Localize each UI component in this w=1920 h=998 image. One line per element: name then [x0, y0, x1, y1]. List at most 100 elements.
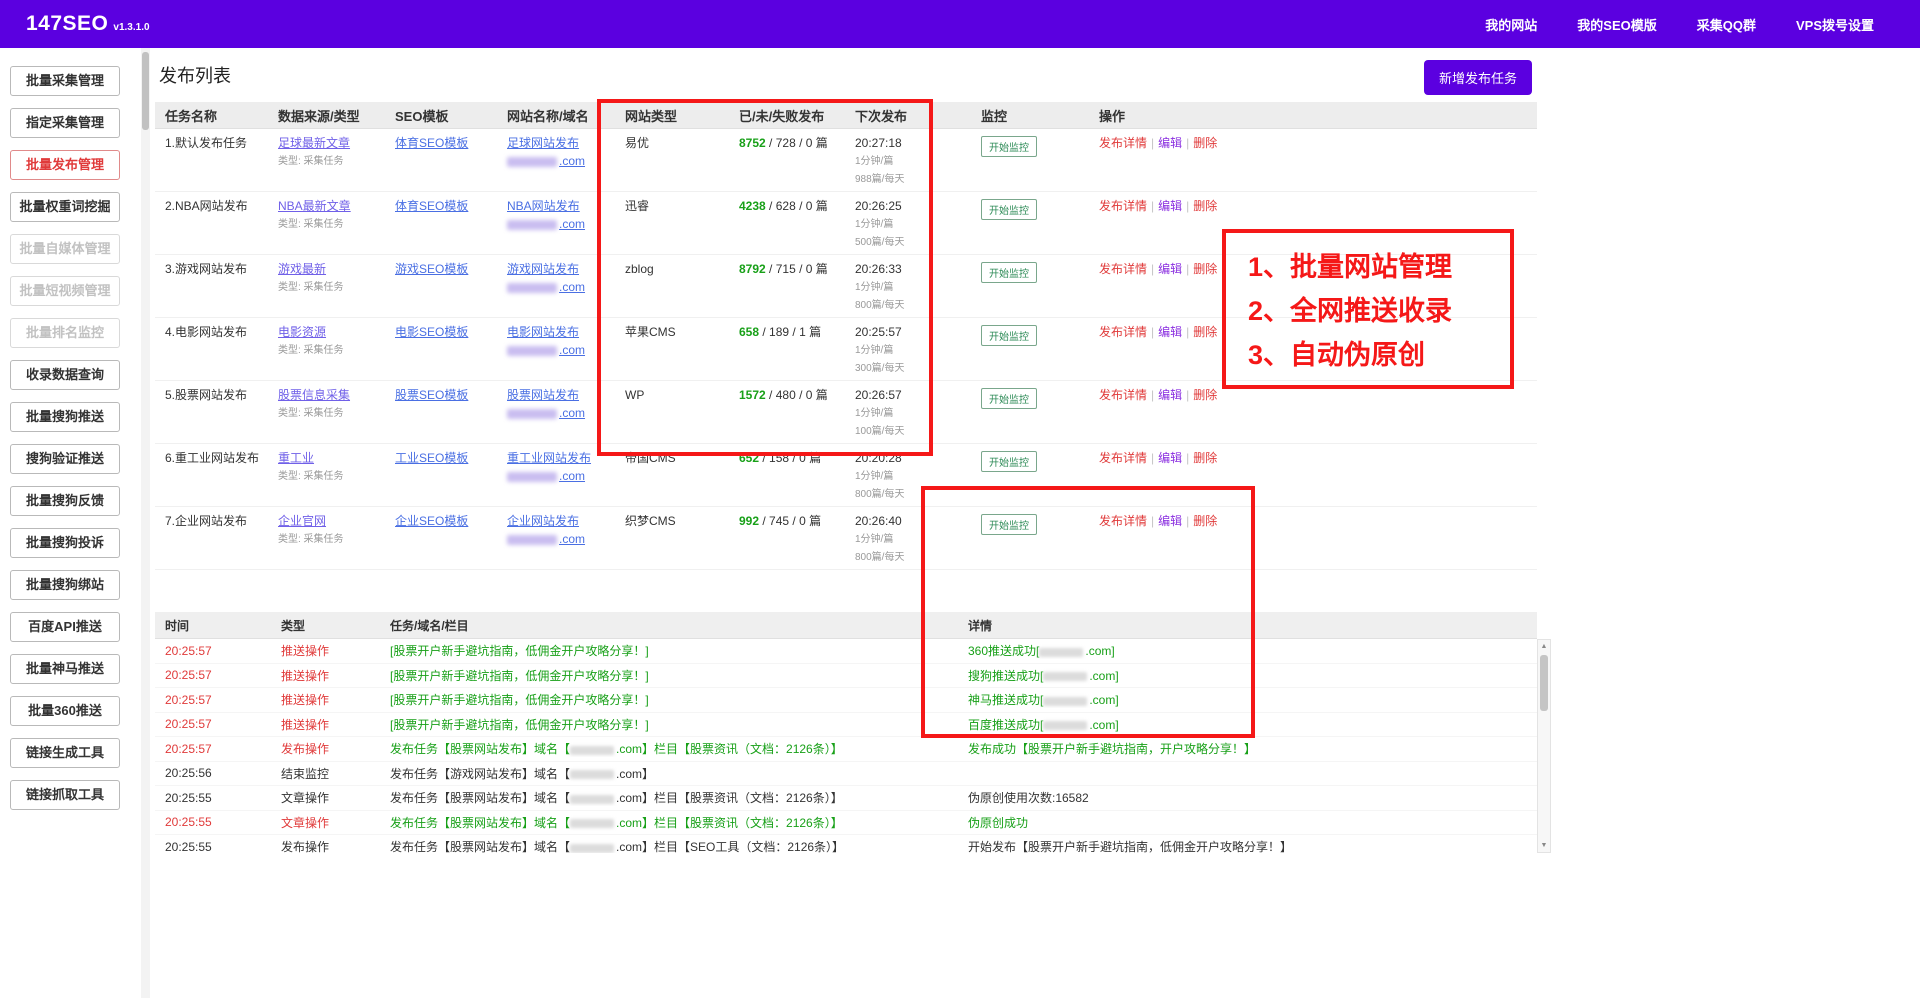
source-link[interactable]: 股票信息采集 — [278, 388, 350, 402]
delete-link[interactable]: 删除 — [1193, 388, 1217, 402]
publish-detail-link[interactable]: 发布详情 — [1099, 199, 1147, 213]
source-link[interactable]: NBA最新文章 — [278, 199, 351, 213]
sidebar-item-batch-collect-manage[interactable]: 批量采集管理 — [10, 66, 120, 96]
site-link[interactable]: 企业网站发布 — [507, 514, 579, 528]
sidebar-item-sogou-complaint[interactable]: 批量搜狗投诉 — [10, 528, 120, 558]
sidebar-item-short-video-manage[interactable]: 批量短视频管理 — [10, 276, 120, 306]
publish-rate: 1分钟/篇 — [855, 280, 971, 295]
domain-suffix[interactable]: .com — [559, 532, 585, 546]
nav-qq-group[interactable]: 采集QQ群 — [1677, 5, 1776, 44]
delete-link[interactable]: 删除 — [1193, 325, 1217, 339]
template-link[interactable]: 电影SEO模板 — [395, 325, 468, 339]
domain-suffix[interactable]: .com — [559, 469, 585, 483]
log-task: 发布任务【股票网站发布】域名【 — [390, 816, 570, 830]
sidebar-item-specified-collect-manage[interactable]: 指定采集管理 — [10, 108, 120, 138]
template-link[interactable]: 企业SEO模板 — [395, 514, 468, 528]
published-count: 652 — [739, 451, 759, 465]
site-link[interactable]: 足球网站发布 — [507, 136, 579, 150]
publish-detail-link[interactable]: 发布详情 — [1099, 325, 1147, 339]
template-link[interactable]: 工业SEO模板 — [395, 451, 468, 465]
log-task-suffix: .com】栏目【股票资讯（文档：2126条）】 — [616, 742, 843, 756]
site-link[interactable]: NBA网站发布 — [507, 199, 580, 213]
delete-link[interactable]: 删除 — [1193, 199, 1217, 213]
sidebar-item-sogou-verify-push[interactable]: 搜狗验证推送 — [10, 444, 120, 474]
start-monitor-button[interactable]: 开始监控 — [981, 199, 1037, 220]
start-monitor-button[interactable]: 开始监控 — [981, 388, 1037, 409]
log-type: 文章操作 — [271, 814, 380, 831]
log-type: 推送操作 — [271, 716, 380, 733]
start-monitor-button[interactable]: 开始监控 — [981, 451, 1037, 472]
sidebar-item-keyword-mining[interactable]: 批量权重词挖掘 — [10, 192, 120, 222]
edit-link[interactable]: 编辑 — [1158, 262, 1182, 276]
nav-my-sites[interactable]: 我的网站 — [1465, 5, 1557, 44]
template-link[interactable]: 游戏SEO模板 — [395, 262, 468, 276]
sidebar-item-360-push[interactable]: 批量360推送 — [10, 696, 120, 726]
sidebar-item-link-generate[interactable]: 链接生成工具 — [10, 738, 120, 768]
start-monitor-button[interactable]: 开始监控 — [981, 262, 1037, 283]
site-link[interactable]: 游戏网站发布 — [507, 262, 579, 276]
edit-link[interactable]: 编辑 — [1158, 514, 1182, 528]
separator: | — [1186, 325, 1189, 339]
domain-suffix[interactable]: .com — [559, 217, 585, 231]
source-link[interactable]: 重工业 — [278, 451, 314, 465]
sidebar-item-sogou-bind[interactable]: 批量搜狗绑站 — [10, 570, 120, 600]
template-link[interactable]: 体育SEO模板 — [395, 136, 468, 150]
sidebar-item-rank-monitor[interactable]: 批量排名监控 — [10, 318, 120, 348]
next-publish-time: 20:26:57 — [855, 388, 971, 403]
delete-link[interactable]: 删除 — [1193, 262, 1217, 276]
sidebar-item-baidu-api-push[interactable]: 百度API推送 — [10, 612, 120, 642]
template-link[interactable]: 股票SEO模板 — [395, 388, 468, 402]
edit-link[interactable]: 编辑 — [1158, 136, 1182, 150]
delete-link[interactable]: 删除 — [1193, 136, 1217, 150]
redacted-domain — [570, 746, 614, 755]
site-link[interactable]: 股票网站发布 — [507, 388, 579, 402]
publish-detail-link[interactable]: 发布详情 — [1099, 262, 1147, 276]
scroll-down-icon[interactable]: ▼ — [1538, 839, 1550, 852]
sidebar-item-media-manage[interactable]: 批量自媒体管理 — [10, 234, 120, 264]
add-publish-task-button[interactable]: 新增发布任务 — [1424, 60, 1532, 95]
log-row: 20:25:57 推送操作 [股票开户新手避坑指南，低佣金开户攻略分享！] 搜狗… — [155, 664, 1537, 689]
sidebar-item-link-fetch[interactable]: 链接抓取工具 — [10, 780, 120, 810]
domain-suffix[interactable]: .com — [559, 280, 585, 294]
domain-suffix[interactable]: .com — [559, 343, 585, 357]
sidebar-item-sogou-feedback[interactable]: 批量搜狗反馈 — [10, 486, 120, 516]
nav-vps-settings[interactable]: VPS拨号设置 — [1776, 5, 1894, 44]
source-link[interactable]: 企业官网 — [278, 514, 326, 528]
redacted-domain — [507, 283, 557, 293]
log-scrollbar[interactable]: ▲ ▼ — [1537, 639, 1551, 853]
publish-detail-link[interactable]: 发布详情 — [1099, 514, 1147, 528]
site-link[interactable]: 电影网站发布 — [507, 325, 579, 339]
edit-link[interactable]: 编辑 — [1158, 325, 1182, 339]
start-monitor-button[interactable]: 开始监控 — [981, 514, 1037, 535]
start-monitor-button[interactable]: 开始监控 — [981, 325, 1037, 346]
log-scrollbar-thumb[interactable] — [1540, 655, 1548, 711]
sidebar-scrollbar[interactable] — [141, 48, 150, 998]
nav-my-seo-templates[interactable]: 我的SEO模版 — [1557, 5, 1676, 44]
delete-link[interactable]: 删除 — [1193, 451, 1217, 465]
publish-detail-link[interactable]: 发布详情 — [1099, 388, 1147, 402]
template-link[interactable]: 体育SEO模板 — [395, 199, 468, 213]
daily-limit: 100篇/每天 — [855, 424, 971, 439]
source-link[interactable]: 游戏最新 — [278, 262, 326, 276]
delete-link[interactable]: 删除 — [1193, 514, 1217, 528]
domain-suffix[interactable]: .com — [559, 406, 585, 420]
scroll-up-icon[interactable]: ▲ — [1538, 640, 1550, 653]
next-publish-time: 20:26:25 — [855, 199, 971, 214]
sidebar-scrollbar-thumb[interactable] — [142, 52, 149, 130]
sidebar-item-sogou-push[interactable]: 批量搜狗推送 — [10, 402, 120, 432]
sidebar-item-shenma-push[interactable]: 批量神马推送 — [10, 654, 120, 684]
edit-link[interactable]: 编辑 — [1158, 199, 1182, 213]
source-link[interactable]: 电影资源 — [278, 325, 326, 339]
sidebar-item-batch-publish-manage[interactable]: 批量发布管理 — [10, 150, 120, 180]
log-section: 时间 类型 任务/域名/栏目 详情 20:25:57 推送操作 [股票开户新手避… — [155, 612, 1551, 853]
main-content: 发布列表 新增发布任务 任务名称 数据来源/类型 SEO模板 网站名称/域名 网… — [150, 48, 1920, 998]
source-link[interactable]: 足球最新文章 — [278, 136, 350, 150]
edit-link[interactable]: 编辑 — [1158, 388, 1182, 402]
domain-suffix[interactable]: .com — [559, 154, 585, 168]
start-monitor-button[interactable]: 开始监控 — [981, 136, 1037, 157]
sidebar-item-index-query[interactable]: 收录数据查询 — [10, 360, 120, 390]
publish-detail-link[interactable]: 发布详情 — [1099, 136, 1147, 150]
publish-detail-link[interactable]: 发布详情 — [1099, 451, 1147, 465]
site-link[interactable]: 重工业网站发布 — [507, 451, 591, 465]
edit-link[interactable]: 编辑 — [1158, 451, 1182, 465]
